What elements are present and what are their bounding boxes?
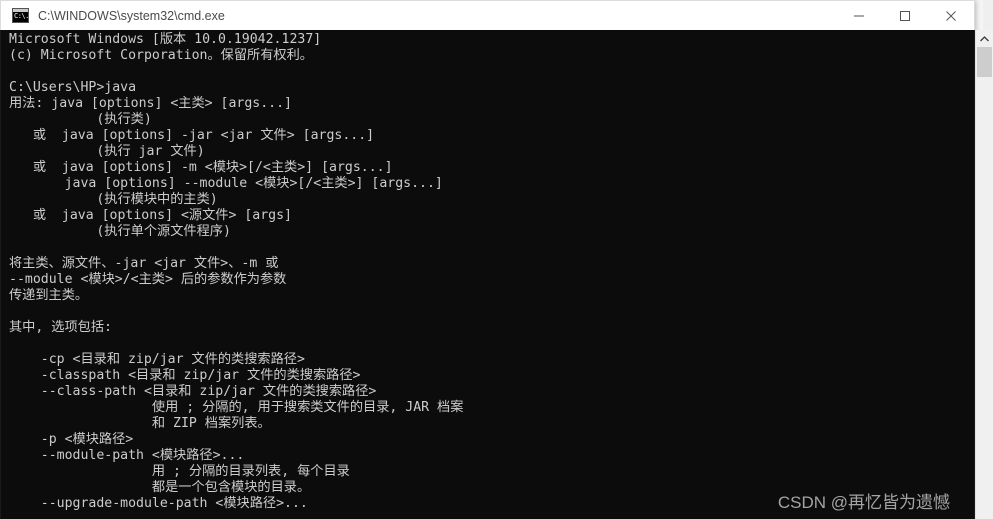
cmd-console-icon-label: C:\.: [14, 12, 29, 20]
window-title: C:\WINDOWS\system32\cmd.exe: [38, 8, 225, 23]
csdn-watermark: CSDN @再忆皆为遗憾: [777, 493, 950, 512]
scroll-thumb[interactable]: [977, 47, 992, 77]
close-icon: [946, 10, 956, 21]
cmd-console-window: C:\. C:\WINDOWS\system32\cmd.exe Microso…: [0, 0, 975, 519]
scroll-up-button[interactable]: [976, 30, 993, 47]
scroll-up-arrow-icon: [980, 35, 989, 41]
console-scrollbar[interactable]: [975, 30, 993, 519]
minimize-icon: [854, 15, 864, 16]
cmd-console-icon: C:\.: [12, 8, 29, 23]
minimize-button[interactable]: [836, 1, 882, 30]
window-title-bar[interactable]: C:\. C:\WINDOWS\system32\cmd.exe: [0, 0, 975, 30]
maximize-button[interactable]: [882, 1, 928, 30]
close-button[interactable]: [928, 1, 974, 30]
console-text: Microsoft Windows [版本 10.0.19042.1237] (…: [9, 32, 464, 511]
maximize-icon: [900, 10, 910, 21]
console-output-area[interactable]: Microsoft Windows [版本 10.0.19042.1237] (…: [0, 30, 975, 519]
